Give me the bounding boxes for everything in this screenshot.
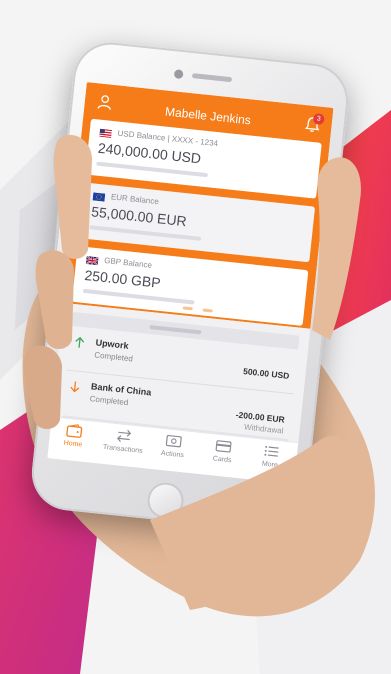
hand-front	[23, 134, 361, 610]
product-scene: Mabelle Jenkins 3 USD Balance | XXXX - 1…	[0, 0, 391, 674]
